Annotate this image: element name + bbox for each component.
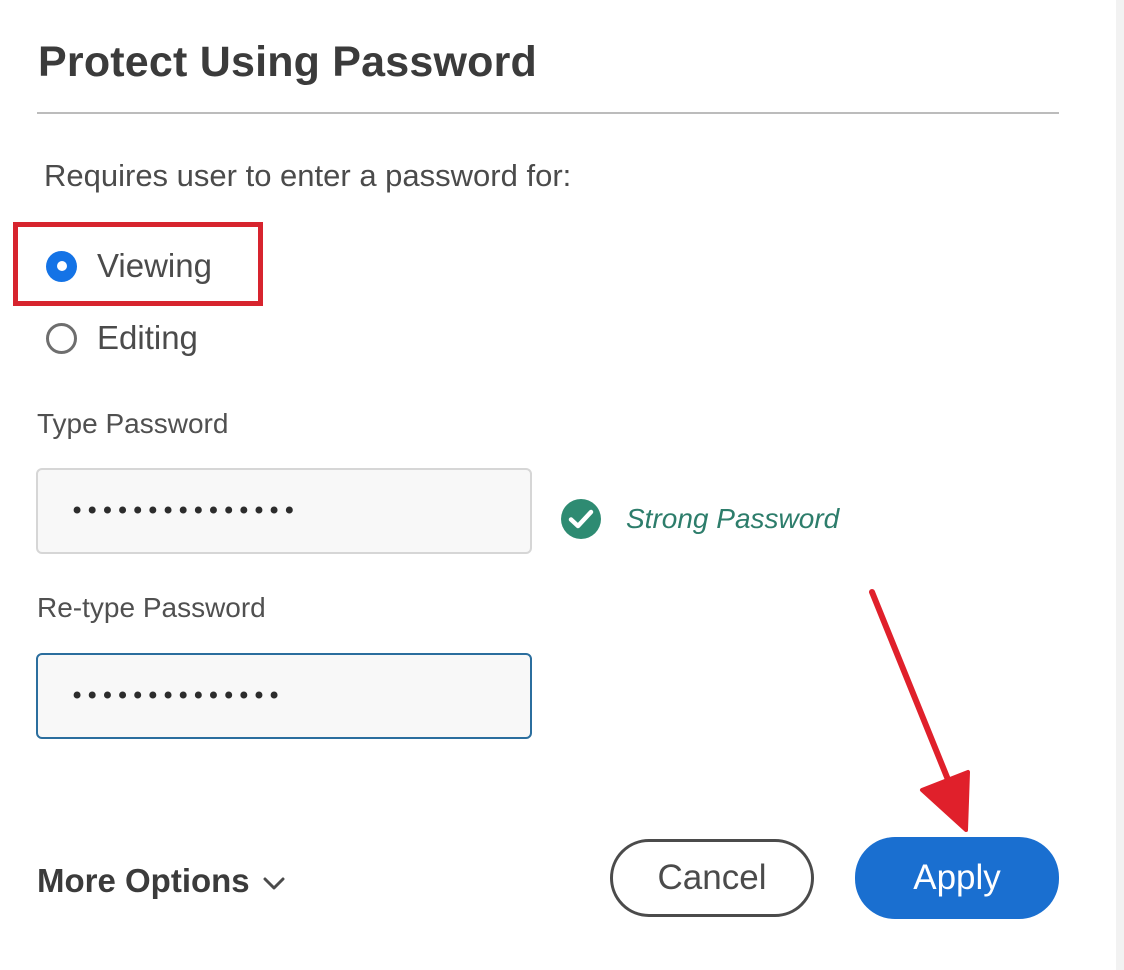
protect-password-dialog: Protect Using Password Requires user to … <box>0 0 1124 970</box>
strength-text: Strong Password <box>626 503 840 534</box>
chevron-down-icon <box>263 877 285 890</box>
cancel-button[interactable]: Cancel <box>610 839 814 917</box>
retype-password-label: Re-type Password <box>37 592 266 623</box>
radio-option-editing[interactable]: Editing <box>46 318 198 358</box>
dialog-subtitle: Requires user to enter a password for: <box>44 158 572 193</box>
apply-button[interactable]: Apply <box>855 837 1059 919</box>
arrow-shaft <box>869 589 956 795</box>
retype-password-input[interactable] <box>36 653 532 739</box>
type-password-input[interactable] <box>36 468 532 554</box>
radio-label-editing: Editing <box>97 319 198 356</box>
radio-option-viewing[interactable]: Viewing <box>46 246 212 286</box>
arrow-head <box>920 770 970 832</box>
title-divider <box>37 112 1059 114</box>
more-options-toggle[interactable]: More Options <box>37 862 286 900</box>
radio-selected-icon[interactable] <box>46 250 77 282</box>
more-options-label: More Options <box>37 862 250 899</box>
type-password-label: Type Password <box>37 408 229 439</box>
right-edge-strip <box>1116 0 1124 970</box>
password-strength-indicator: Strong Password <box>560 498 839 540</box>
dialog-title: Protect Using Password <box>38 38 538 86</box>
check-circle-icon <box>561 499 601 539</box>
radio-unselected-icon[interactable] <box>46 322 77 354</box>
radio-label-viewing: Viewing <box>97 247 212 284</box>
